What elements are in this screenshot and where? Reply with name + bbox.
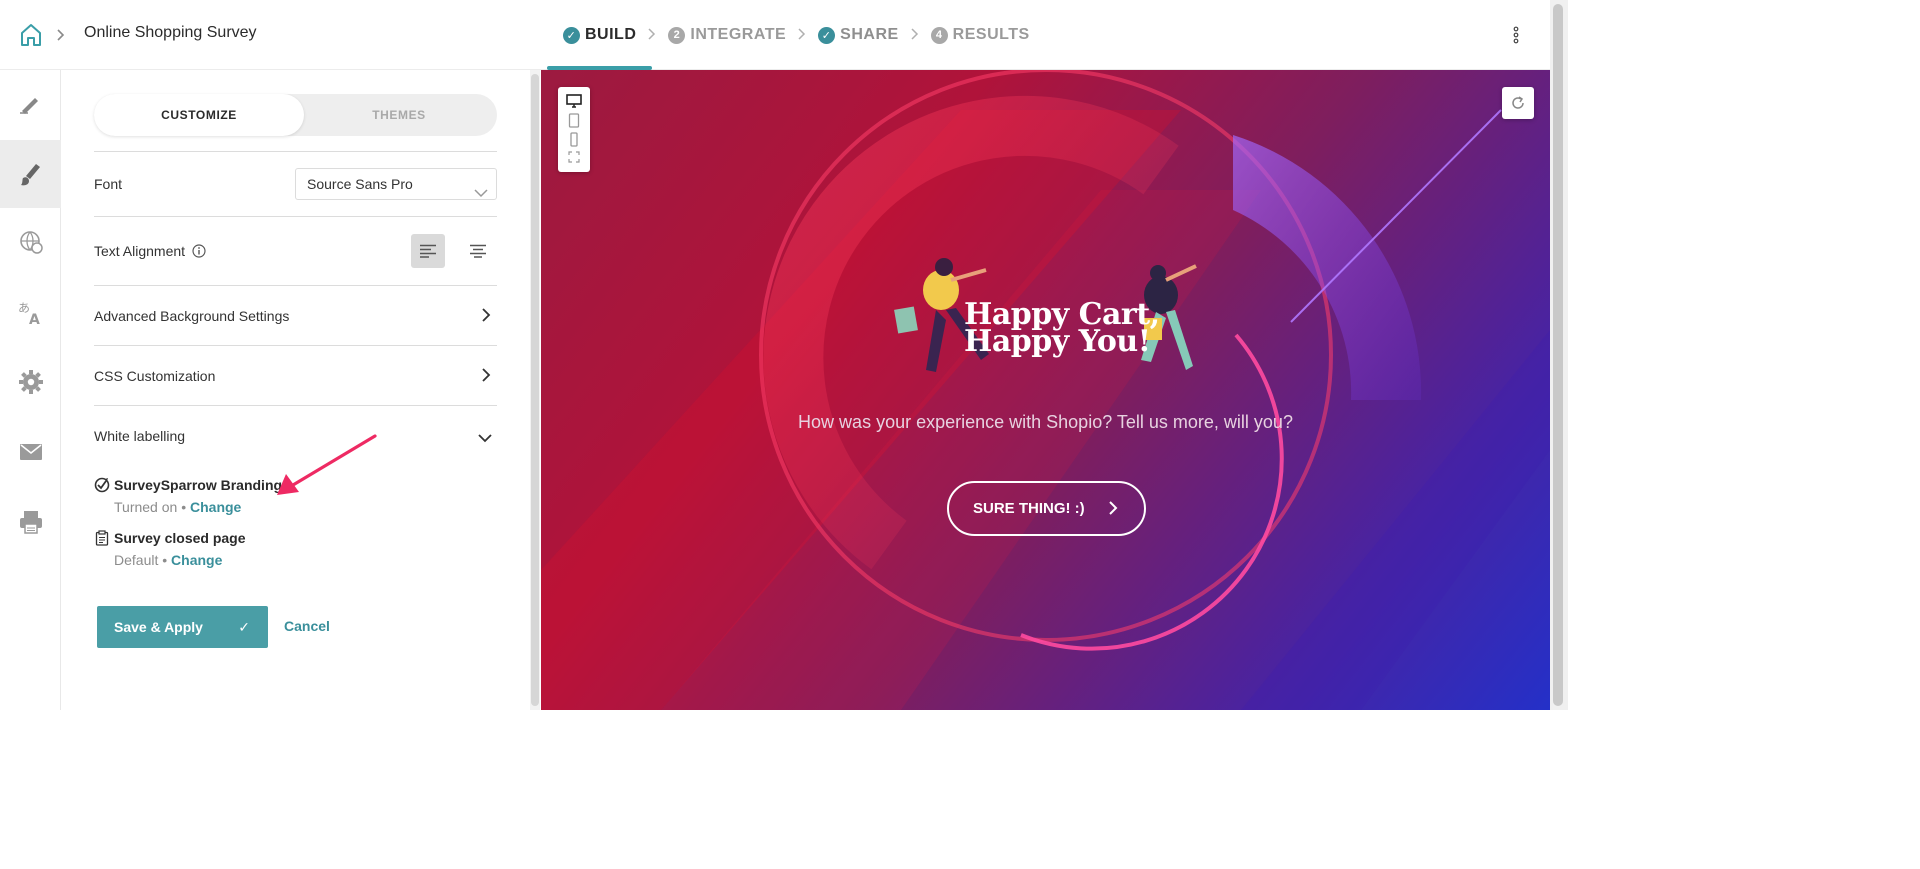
hero-headline-line-2: Happy You! (964, 324, 1151, 359)
device-switcher (558, 87, 590, 172)
align-left-icon[interactable] (411, 234, 445, 268)
bullet-separator: • (177, 499, 190, 515)
fullscreen-icon[interactable] (565, 149, 583, 165)
info-icon[interactable] (192, 244, 206, 258)
save-apply-label: Save & Apply (114, 619, 203, 635)
step-label: BUILD (585, 26, 637, 43)
chevron-right-icon (1108, 483, 1118, 536)
check-icon: ✓ (818, 26, 836, 44)
tab-customize[interactable]: CUSTOMIZE (94, 94, 304, 136)
chevron-down-icon (474, 178, 488, 208)
check-icon: ✓ (563, 26, 580, 44)
survey-title[interactable]: Online Shopping Survey (84, 24, 257, 42)
survey-closed-page-title: Survey closed page (114, 530, 246, 546)
tab-themes[interactable]: THEMES (294, 94, 504, 136)
text-alignment-label: Text Alignment (94, 243, 186, 259)
survey-closed-page-item: Survey closed page Default • Change (94, 530, 494, 570)
annotation-arrow (277, 434, 377, 495)
font-row: Font Source Sans Pro (94, 151, 497, 217)
font-select[interactable]: Source Sans Pro (295, 168, 497, 200)
save-apply-button[interactable]: Save & Apply ✓ (97, 606, 268, 648)
step-share[interactable]: ✓ SHARE (802, 0, 915, 70)
surveysparrow-branding-title: SurveySparrow Branding (114, 477, 283, 493)
desktop-icon[interactable] (565, 93, 583, 109)
step-build[interactable]: ✓ BUILD (547, 0, 653, 70)
branding-change-link[interactable]: Change (190, 499, 241, 515)
left-rail: あA (0, 70, 61, 710)
welcome-question: How was your experience with Shopio? Tel… (798, 412, 1293, 432)
cancel-button[interactable]: Cancel (284, 618, 330, 634)
top-bar: Online Shopping Survey ✓ BUILD 2 INTEGRA… (0, 0, 1568, 70)
font-select-value: Source Sans Pro (307, 176, 413, 192)
step-label: RESULTS (952, 26, 1030, 43)
chevron-right-icon (481, 367, 491, 388)
mail-icon[interactable] (0, 418, 61, 486)
step-nav: ✓ BUILD 2 INTEGRATE ✓ SHARE 4 RESULTS (547, 0, 1046, 70)
white-labelling-label: White labelling (94, 428, 186, 444)
panel-scrollbar[interactable] (530, 70, 540, 710)
step-number-badge: 4 (930, 26, 948, 44)
customize-panel: THEMES CUSTOMIZE Font Source Sans Pro Te… (62, 70, 528, 710)
mobile-icon[interactable] (565, 131, 583, 147)
step-integrate[interactable]: 2 INTEGRATE (652, 0, 802, 70)
advanced-background-label: Advanced Background Settings (94, 308, 290, 324)
chevron-right-icon (56, 25, 68, 45)
refresh-icon[interactable] (1502, 87, 1534, 119)
preview-background-art (541, 70, 1550, 710)
more-options-icon[interactable] (1508, 24, 1524, 46)
translate-icon[interactable]: あA (0, 279, 61, 347)
chevron-down-icon (477, 430, 493, 448)
branding-status-text: Turned on (114, 499, 178, 515)
align-center-icon[interactable] (461, 234, 495, 268)
scrollbar-thumb[interactable] (1553, 4, 1563, 706)
window-scrollbar[interactable] (1550, 0, 1568, 710)
survey-preview: Happy Cart, Happy You! How was your expe… (541, 70, 1550, 710)
globe-icon[interactable] (0, 208, 61, 276)
step-label: SHARE (840, 26, 899, 43)
closed-page-status-text: Default (114, 552, 159, 568)
step-number-badge: 2 (668, 26, 686, 44)
customize-themes-toggle: THEMES CUSTOMIZE (94, 94, 497, 136)
sure-thing-button[interactable]: SURE THING! :) (947, 481, 1146, 536)
css-customization-row[interactable]: CSS Customization (94, 345, 497, 405)
check-icon: ✓ (238, 619, 250, 635)
step-results[interactable]: 4 RESULTS (915, 0, 1046, 70)
css-customization-label: CSS Customization (94, 368, 216, 384)
home-icon[interactable] (18, 22, 44, 48)
scrollbar-thumb[interactable] (531, 74, 539, 706)
chevron-right-icon (481, 307, 491, 328)
surveysparrow-branding-status: Turned on • Change (114, 499, 241, 515)
gear-icon[interactable] (0, 348, 61, 416)
step-label: INTEGRATE (690, 26, 787, 43)
closed-page-change-link[interactable]: Change (171, 552, 222, 568)
sparrow-logo-icon (94, 477, 110, 493)
advanced-background-row[interactable]: Advanced Background Settings (94, 285, 497, 345)
cta-label: SURE THING! :) (973, 500, 1085, 517)
text-alignment-row: Text Alignment (94, 216, 497, 286)
tablet-icon[interactable] (565, 112, 583, 128)
survey-closed-page-status: Default • Change (114, 552, 222, 568)
paint-brush-icon[interactable] (0, 140, 61, 208)
font-label: Font (94, 176, 123, 192)
printer-icon[interactable] (0, 488, 61, 556)
bullet-separator: • (158, 552, 172, 568)
pencil-icon[interactable] (0, 70, 61, 138)
clipboard-icon (94, 530, 110, 546)
svg-text:A: A (29, 312, 40, 326)
